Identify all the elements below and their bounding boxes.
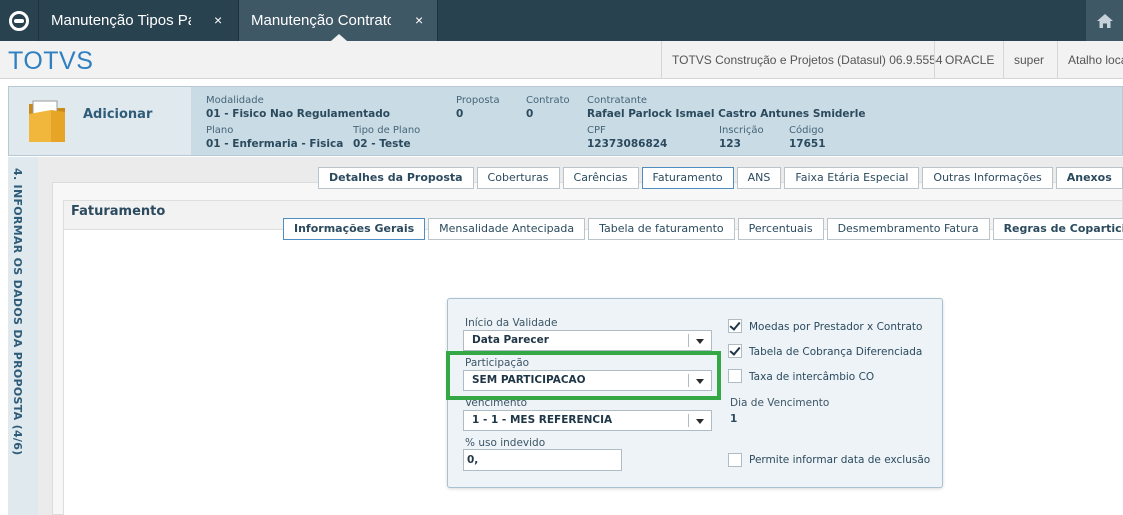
taxa-intercambio-label: Taxa de intercâmbio CO <box>749 371 875 383</box>
cpf-label: CPF <box>587 125 606 136</box>
modalidade-label: Modalidade <box>206 95 264 106</box>
taxa-intercambio-checkbox[interactable] <box>728 369 742 383</box>
contrato-value: 0 <box>526 108 534 120</box>
user-info[interactable]: super <box>1003 41 1044 79</box>
tab-percentuais[interactable]: Percentuais <box>737 218 824 240</box>
moedas-checkbox[interactable] <box>728 319 742 333</box>
modalidade-value: 01 - Fisico Nao Regulamentado <box>206 108 390 120</box>
proposal-summary: Adicionar Modalidade 01 - Fisico Nao Reg… <box>8 86 1123 156</box>
moedas-label: Moedas por Prestador x Contrato <box>749 321 923 333</box>
vencimento-select[interactable]: 1 - 1 - MES REFERENCIA <box>463 410 712 431</box>
close-icon[interactable]: × <box>415 0 423 41</box>
tab-informacoes-gerais[interactable]: Informações Gerais <box>283 218 426 240</box>
inscricao-label: Inscrição <box>719 125 764 136</box>
contratante-value: Rafael Parlock Ismael Castro Antunes Smi… <box>587 108 866 120</box>
tab-desmembramento-fatura[interactable]: Desmembramento Fatura <box>826 218 990 240</box>
close-icon[interactable]: × <box>214 0 222 41</box>
step-label: 4. INFORMAR OS DADOS DA PROPOSTA (4/6) <box>11 168 24 456</box>
codigo-label: Código <box>789 125 824 136</box>
tabela-cobranca-checkbox[interactable] <box>728 344 742 358</box>
proposta-value: 0 <box>456 108 464 120</box>
window-tab-label: Manutenção Contrato <box>251 12 391 29</box>
brand-logo: TOTVS <box>8 47 94 75</box>
inicio-validade-select[interactable]: Data Parecer <box>463 330 712 351</box>
tab-anexos[interactable]: Anexos <box>1055 167 1123 189</box>
tab-faixa-etaria[interactable]: Faixa Etária Especial <box>784 167 920 189</box>
faturamento-tab-bar: Informações Gerais Mensalidade Antecipad… <box>283 218 1123 240</box>
page-title: Adicionar <box>83 107 153 122</box>
cpf-value: 12373086824 <box>587 138 668 150</box>
contratante-label: Contratante <box>587 95 648 106</box>
plano-label: Plano <box>206 125 234 136</box>
inicio-validade-value: Data Parecer <box>472 334 549 346</box>
tab-coberturas[interactable]: Coberturas <box>476 167 560 189</box>
codigo-value: 17651 <box>789 138 826 150</box>
dia-vencimento-label: Dia de Vencimento <box>730 397 830 409</box>
tab-faturamento[interactable]: Faturamento <box>641 167 734 189</box>
app-logo-icon[interactable] <box>0 0 38 41</box>
inicio-validade-label: Início da Validade <box>465 317 558 329</box>
vencimento-value: 1 - 1 - MES REFERENCIA <box>472 414 613 426</box>
chevron-down-icon[interactable] <box>696 419 704 424</box>
window-tab-bar: Manutenção Tipos Pa × Manutenção Contrat… <box>0 0 1123 41</box>
database-info[interactable]: ORACLE <box>934 41 994 79</box>
tab-regras-coparticipacao[interactable]: Regras de Coparticipação <box>992 218 1123 240</box>
chevron-down-icon[interactable] <box>696 339 704 344</box>
select-divider <box>688 414 689 427</box>
permite-exclusao-label: Permite informar data de exclusão <box>749 454 931 466</box>
tab-tabela-faturamento[interactable]: Tabela de faturamento <box>588 218 735 240</box>
tabela-cobranca-label: Tabela de Cobrança Diferenciada <box>749 346 923 358</box>
select-divider <box>688 334 689 347</box>
app-header: TOTVS TOTVS Construção e Projetos (Datas… <box>0 41 1123 79</box>
tab-outras-informacoes[interactable]: Outras Informações <box>922 167 1053 189</box>
inscricao-value: 123 <box>719 138 741 150</box>
dia-vencimento-value: 1 <box>730 413 738 425</box>
contrato-label: Contrato <box>526 95 570 106</box>
main-tab-bar: Detalhes da Proposta Coberturas Carência… <box>318 167 1123 189</box>
proposta-label: Proposta <box>456 95 500 106</box>
tipo-plano-label: Tipo de Plano <box>353 125 421 136</box>
window-tab-contrato[interactable]: Manutenção Contrato × <box>239 0 438 41</box>
faturamento-title: Faturamento <box>71 204 166 219</box>
window-tab-tipos[interactable]: Manutenção Tipos Pa × <box>38 0 239 41</box>
home-icon[interactable] <box>1086 0 1123 41</box>
tipo-plano-value: 02 - Teste <box>353 138 411 150</box>
folder-icon <box>27 98 69 148</box>
tab-ans[interactable]: ANS <box>736 167 782 189</box>
uso-indevido-label: % uso indevido <box>465 437 546 449</box>
participacao-highlight <box>446 351 721 400</box>
permite-exclusao-checkbox[interactable] <box>728 453 742 467</box>
company-info[interactable]: TOTVS Construção e Projetos (Datasul) 06… <box>661 41 943 79</box>
tab-mensalidade-antecipada[interactable]: Mensalidade Antecipada <box>428 218 586 240</box>
summary-action-area: Adicionar <box>9 87 191 155</box>
tab-detalhes-proposta[interactable]: Detalhes da Proposta <box>318 167 474 189</box>
tab-carencias[interactable]: Carências <box>562 167 639 189</box>
window-tab-label: Manutenção Tipos Pa <box>51 12 191 29</box>
shortcut-link[interactable]: Atalho local <box>1057 41 1123 79</box>
uso-indevido-input[interactable]: 0, <box>463 449 622 471</box>
plano-value: 01 - Enfermaria - Fisica <box>206 138 344 150</box>
